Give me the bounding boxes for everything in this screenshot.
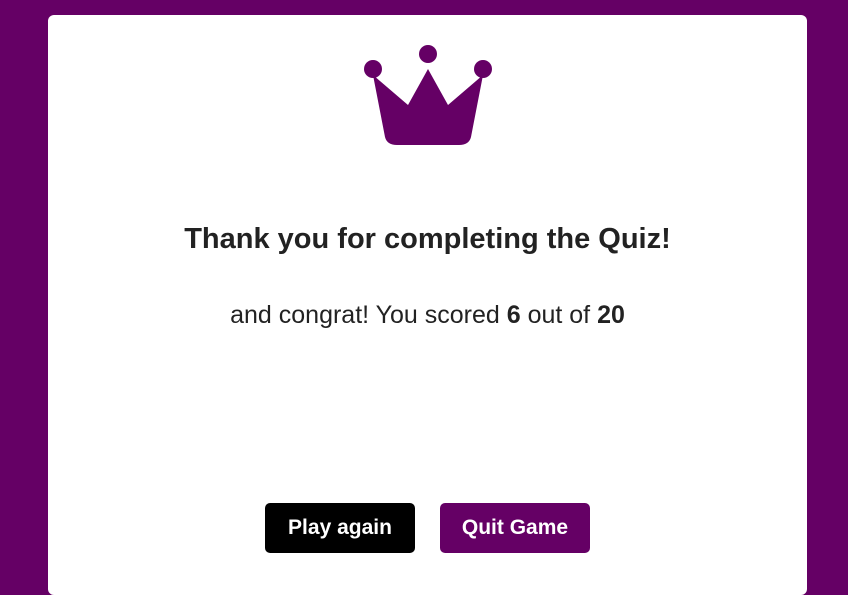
play-again-button[interactable]: Play again [265, 503, 415, 553]
score-middle: out of [520, 301, 598, 329]
result-title: Thank you for completing the Quiz! [184, 223, 671, 255]
quit-game-button[interactable]: Quit Game [440, 503, 590, 553]
crown-icon [361, 45, 495, 147]
score-total: 20 [597, 301, 625, 329]
score-message: and congrat! You scored 6 out of 20 [48, 301, 807, 330]
score-prefix: and congrat! You scored [230, 301, 507, 329]
result-card: Thank you for completing the Quiz! and c… [48, 15, 807, 595]
score-value: 6 [506, 301, 521, 329]
